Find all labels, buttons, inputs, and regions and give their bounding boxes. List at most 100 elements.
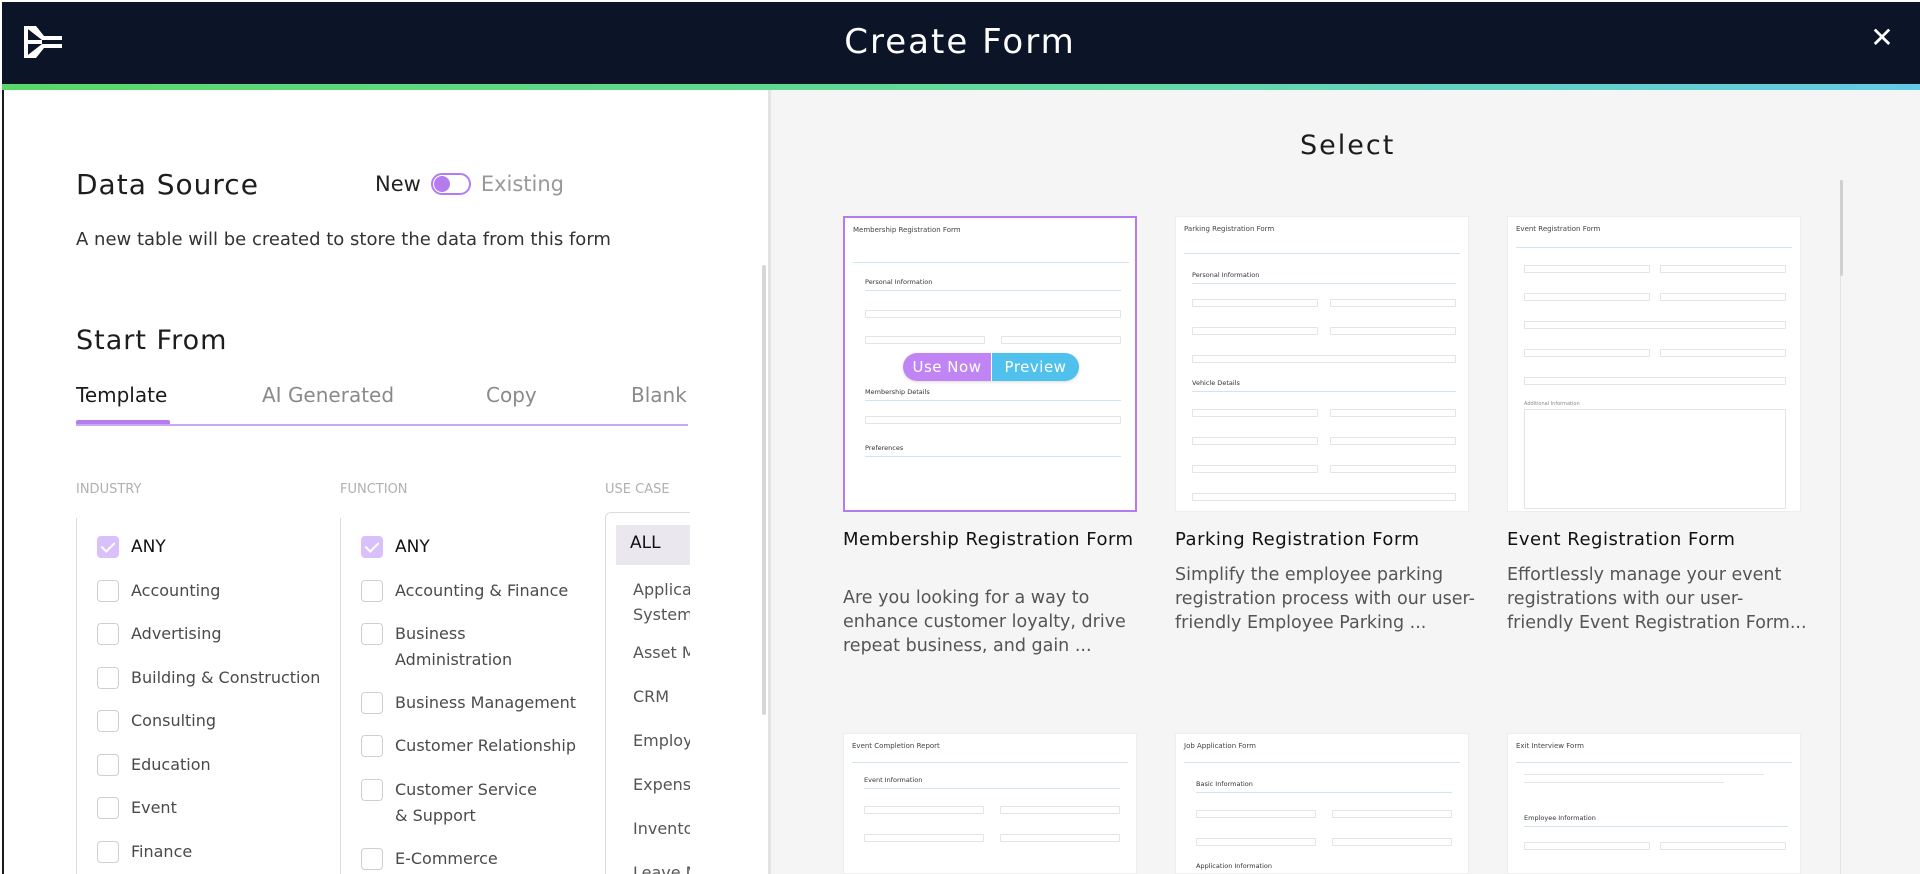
- page-title: Create Form: [844, 22, 1076, 62]
- function-option[interactable]: E-Commerce: [361, 846, 498, 872]
- function-option[interactable]: Business Administration: [361, 621, 531, 673]
- function-option[interactable]: ANY: [361, 534, 430, 560]
- use-case-item[interactable]: Invento: [633, 817, 690, 841]
- function-option-label: Business Management: [395, 693, 577, 712]
- industry-option[interactable]: ANY: [97, 534, 166, 560]
- function-option[interactable]: Accounting & Finance: [361, 578, 568, 604]
- function-option[interactable]: Business Management: [361, 690, 576, 716]
- template-thumbnail[interactable]: Event Registration Form Additional Infor…: [1507, 216, 1801, 512]
- close-icon[interactable]: ✕: [1868, 24, 1896, 52]
- checkbox[interactable]: [97, 667, 119, 689]
- thumbnail-field: [1332, 838, 1452, 846]
- thumbnail-rule: [1196, 792, 1452, 793]
- data-source-heading: Data Source: [76, 168, 259, 201]
- use-case-item[interactable]: Expens: [633, 773, 690, 797]
- template-title[interactable]: Membership Registration Form: [843, 528, 1143, 551]
- checkbox[interactable]: [361, 623, 383, 645]
- function-option-label: Accounting & Finance: [395, 581, 569, 600]
- use-case-item[interactable]: Asset M: [633, 641, 690, 665]
- tab-template[interactable]: Template: [76, 383, 167, 407]
- checkbox[interactable]: [361, 692, 383, 714]
- data-source-toggle[interactable]: New Existing: [375, 172, 564, 196]
- thumbnail-rule: [865, 400, 1121, 401]
- preview-button[interactable]: Preview: [991, 353, 1079, 381]
- thumbnail-field: [1196, 838, 1316, 846]
- thumbnail-field: [1000, 834, 1120, 842]
- checkbox[interactable]: [97, 841, 119, 863]
- use-case-item[interactable]: Leave M: [633, 861, 690, 874]
- template-title[interactable]: Event Registration Form: [1507, 528, 1807, 551]
- thumbnail-rule: [865, 456, 1121, 457]
- left-scrollbar[interactable]: [762, 265, 766, 715]
- thumbnail-field: [864, 834, 984, 842]
- thumbnail-field: [1524, 842, 1650, 850]
- industry-option[interactable]: Finance: [97, 839, 192, 865]
- template-thumbnail[interactable]: Parking Registration Form Personal Infor…: [1175, 216, 1469, 512]
- industry-option[interactable]: Event: [97, 795, 177, 821]
- checkbox[interactable]: [97, 623, 119, 645]
- industry-option[interactable]: Advertising: [97, 621, 222, 647]
- thumbnail-field: [1001, 336, 1121, 344]
- tab-ai-generated[interactable]: AI Generated: [262, 383, 394, 407]
- thumbnail-text-line: [1524, 774, 1764, 775]
- function-list: ANY Accounting & Finance Business Admini…: [340, 518, 590, 874]
- thumbnail-field: [1660, 349, 1786, 357]
- toggle-new-label[interactable]: New: [375, 172, 421, 196]
- industry-option[interactable]: Education: [97, 752, 211, 778]
- use-case-item[interactable]: Employ: [633, 729, 690, 753]
- thumbnail-field: [1330, 409, 1456, 417]
- tab-blank[interactable]: Blank: [631, 383, 687, 407]
- industry-option-label: Building & Construction: [131, 668, 321, 687]
- use-case-all[interactable]: ALL: [616, 525, 690, 565]
- template-thumbnail[interactable]: Exit Interview Form Employee Information: [1507, 733, 1801, 874]
- template-thumbnail[interactable]: Membership Registration Form Personal In…: [843, 216, 1137, 512]
- thumbnail-section: Personal Information: [865, 278, 933, 286]
- checkbox[interactable]: [97, 580, 119, 602]
- function-option[interactable]: Customer Relationship: [361, 733, 576, 759]
- template-description: Are you looking for a way to enhance cus…: [843, 588, 1126, 656]
- use-now-button[interactable]: Use Now: [903, 353, 991, 381]
- template-description: Simplify the employee parking registrati…: [1175, 565, 1475, 633]
- function-option[interactable]: Customer Service & Support: [361, 777, 551, 829]
- industry-heading: INDUSTRY: [76, 482, 142, 497]
- template-thumbnail[interactable]: Event Completion Report Event Informatio…: [843, 733, 1137, 874]
- industry-option[interactable]: Building & Construction: [97, 665, 320, 691]
- checkbox[interactable]: [361, 848, 383, 870]
- thumbnail-title: Job Application Form: [1184, 742, 1256, 750]
- thumbnail-section: Vehicle Details: [1192, 379, 1240, 387]
- thumbnail-section: Additional Information: [1524, 401, 1580, 407]
- right-scroll-track: [1840, 180, 1841, 874]
- thumbnail-section: Application Information: [1196, 862, 1273, 870]
- tab-copy[interactable]: Copy: [486, 383, 537, 407]
- checkbox[interactable]: [361, 779, 383, 801]
- thumbnail-field: [1660, 842, 1786, 850]
- function-option-label: E-Commerce: [395, 849, 498, 868]
- toggle-switch[interactable]: [430, 173, 471, 195]
- template-title[interactable]: Parking Registration Form: [1175, 528, 1475, 551]
- function-option-label: Customer Service & Support: [395, 780, 537, 825]
- use-case-item[interactable]: CRM: [633, 685, 669, 709]
- checkbox[interactable]: [97, 710, 119, 732]
- checkbox[interactable]: [361, 735, 383, 757]
- toggle-existing-label[interactable]: Existing: [481, 172, 564, 196]
- thumbnail-field: [1660, 293, 1786, 301]
- thumbnail-text-line: [1524, 782, 1724, 783]
- checkbox[interactable]: [97, 754, 119, 776]
- checkbox[interactable]: [361, 580, 383, 602]
- industry-option[interactable]: Accounting: [97, 578, 220, 604]
- thumbnail-field: [1192, 465, 1318, 473]
- thumbnail-rule: [1184, 253, 1460, 254]
- use-case-item[interactable]: Applica System: [633, 577, 690, 627]
- template-thumbnail[interactable]: Job Application Form Basic Information A…: [1175, 733, 1469, 874]
- industry-option[interactable]: Consulting: [97, 708, 216, 734]
- right-scrollbar[interactable]: [1840, 180, 1843, 276]
- checkbox[interactable]: [97, 536, 119, 558]
- industry-option-label: Accounting: [131, 581, 221, 600]
- checkbox[interactable]: [361, 536, 383, 558]
- thumbnail-section: Employee Information: [1524, 814, 1596, 822]
- thumbnail-title: Membership Registration Form: [853, 226, 961, 234]
- checkbox[interactable]: [97, 797, 119, 819]
- start-from-tabs: Template AI Generated Copy Blank: [76, 380, 688, 426]
- thumbnail-title: Event Registration Form: [1516, 225, 1601, 233]
- start-from-heading: Start From: [76, 325, 228, 356]
